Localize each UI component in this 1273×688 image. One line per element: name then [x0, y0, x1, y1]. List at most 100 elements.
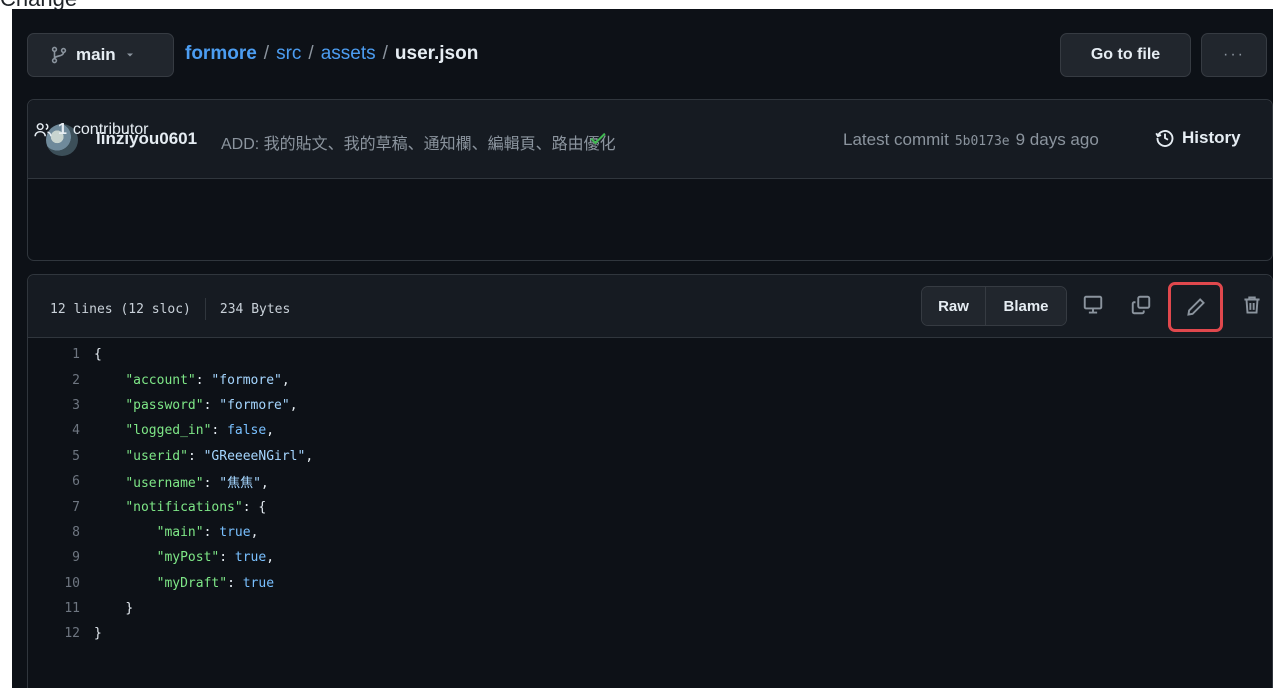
code-content: "userid": "GReeeeNGirl",	[125, 448, 314, 464]
people-icon	[34, 123, 52, 137]
code-line: 2 "account": "formore",	[28, 367, 1272, 392]
history-icon	[1155, 130, 1174, 147]
json-punctuation: {	[94, 347, 102, 363]
file-content-box: 12 lines (12 sloc) 234 Bytes Raw Blame 1…	[27, 274, 1273, 688]
json-punctuation: ,	[289, 397, 298, 413]
code-line: 12}	[28, 621, 1272, 646]
code-content: "myDraft": true	[156, 575, 275, 591]
divider	[204, 298, 206, 320]
breadcrumb-assets-link[interactable]: assets	[321, 43, 376, 65]
code-line: 5 "userid": "GReeeeNGirl",	[28, 444, 1272, 469]
contributors-row	[28, 180, 1272, 262]
code-content: "username": "焦焦",	[125, 476, 269, 492]
branch-name: main	[76, 45, 116, 64]
code-line: 1{	[28, 342, 1272, 367]
json-key: "account"	[125, 372, 196, 388]
line-number[interactable]: 12	[28, 626, 94, 641]
blame-button[interactable]: Blame	[986, 287, 1066, 325]
copy-icon[interactable]	[1130, 294, 1152, 316]
code-content: "myPost": true,	[156, 550, 275, 566]
breadcrumb: formore / src / assets / user.json	[185, 43, 478, 65]
raw-blame-group: Raw Blame	[921, 286, 1067, 326]
trash-icon[interactable]	[1241, 294, 1263, 316]
line-number[interactable]: 5	[28, 449, 94, 464]
pencil-icon	[1186, 298, 1205, 316]
file-info: 12 lines (12 sloc) 234 Bytes	[50, 298, 290, 320]
contributors-label: contributor	[72, 121, 149, 138]
code-content: {	[94, 347, 102, 362]
code-content: }	[94, 626, 102, 641]
line-number[interactable]: 8	[28, 525, 94, 540]
breadcrumb-repo-link[interactable]: formore	[185, 43, 257, 65]
json-key: "main"	[156, 524, 204, 540]
line-number[interactable]: 7	[28, 500, 94, 515]
latest-commit-info: Latest commit 5b0173e 9 days ago	[843, 130, 1099, 150]
line-number[interactable]: 2	[28, 373, 94, 388]
edit-file-button[interactable]	[1168, 282, 1223, 332]
json-punctuation: ,	[250, 524, 259, 540]
json-key: "myDraft"	[156, 575, 228, 591]
json-value: true	[219, 524, 251, 540]
commit-row: linziyou0601 ADD: 我的貼文、我的草稿、通知欄、編輯頁、路由優化…	[28, 100, 1272, 179]
json-value: true	[242, 575, 275, 591]
code-line: 7 "notifications": {	[28, 494, 1272, 519]
code-content: "notifications": {	[94, 500, 266, 515]
json-key: "username"	[125, 476, 204, 492]
json-key: "myPost"	[156, 550, 220, 566]
json-value: "formore"	[211, 372, 282, 388]
line-number[interactable]: 1	[28, 347, 94, 362]
raw-button[interactable]: Raw	[922, 287, 986, 325]
json-punctuation: ,	[281, 372, 290, 388]
desktop-icon[interactable]	[1082, 294, 1104, 316]
go-to-file-button[interactable]: Go to file	[1060, 33, 1191, 77]
history-label: History	[1182, 128, 1241, 147]
json-punctuation: : {	[242, 499, 267, 515]
commit-time: 9 days ago	[1015, 130, 1099, 149]
latest-commit-box: linziyou0601 ADD: 我的貼文、我的草稿、通知欄、編輯頁、路由優化…	[27, 99, 1273, 261]
json-value: true	[234, 550, 267, 566]
json-key: "password"	[125, 397, 204, 413]
line-number[interactable]: 4	[28, 423, 94, 438]
json-value: "GReeeeNGirl"	[203, 448, 306, 464]
file-size: 234 Bytes	[219, 301, 291, 317]
code-view: 1{2 "account": "formore", 3 "password": "…	[28, 342, 1272, 647]
commit-sha-link[interactable]: 5b0173e	[955, 134, 1010, 149]
line-number[interactable]: 3	[28, 398, 94, 413]
json-punctuation: }	[94, 626, 102, 642]
commit-message-link[interactable]: ADD: 我的貼文、我的草稿、通知欄、編輯頁、路由優化	[221, 130, 616, 154]
line-number[interactable]: 6	[28, 474, 94, 489]
file-line-count: 12 lines (12 sloc)	[50, 301, 191, 317]
breadcrumb-separator: /	[263, 43, 270, 64]
contributors-link[interactable]: 1 contributor	[34, 121, 149, 139]
history-button[interactable]: History	[1155, 128, 1241, 148]
breadcrumb-src-link[interactable]: src	[276, 43, 301, 65]
json-punctuation: ,	[260, 476, 269, 492]
code-line: 11 }	[28, 596, 1272, 621]
json-value: "formore"	[219, 397, 290, 413]
code-line: 3 "password": "formore",	[28, 393, 1272, 418]
more-options-button[interactable]: ···	[1201, 33, 1267, 77]
latest-commit-label: Latest commit	[843, 130, 949, 149]
code-line: 10 "myDraft": true	[28, 571, 1272, 596]
code-line: 6 "username": "焦焦",	[28, 469, 1272, 494]
line-number[interactable]: 9	[28, 550, 94, 565]
json-punctuation: ,	[305, 448, 314, 464]
breadcrumb-separator: /	[308, 43, 314, 64]
json-key: "notifications"	[125, 499, 243, 515]
json-punctuation: ,	[266, 423, 275, 439]
json-punctuation: }	[125, 601, 134, 617]
code-line: 4 "logged_in": false,	[28, 418, 1272, 443]
line-number[interactable]: 11	[28, 601, 94, 616]
file-header: 12 lines (12 sloc) 234 Bytes Raw Blame	[28, 275, 1272, 338]
json-key: "userid"	[125, 448, 188, 464]
check-icon[interactable]	[588, 128, 608, 148]
code-content: "logged_in": false,	[125, 423, 275, 439]
line-number[interactable]: 10	[28, 576, 94, 591]
code-content: "main": true,	[156, 524, 259, 540]
breadcrumb-current-file: user.json	[394, 43, 479, 64]
file-view-panel: main formore / src / assets / user.json …	[12, 9, 1273, 688]
code-content: "account": "formore",	[125, 372, 290, 388]
branch-selector-button[interactable]: main	[27, 33, 174, 77]
breadcrumb-separator: /	[382, 43, 388, 64]
git-branch-icon	[51, 46, 67, 64]
